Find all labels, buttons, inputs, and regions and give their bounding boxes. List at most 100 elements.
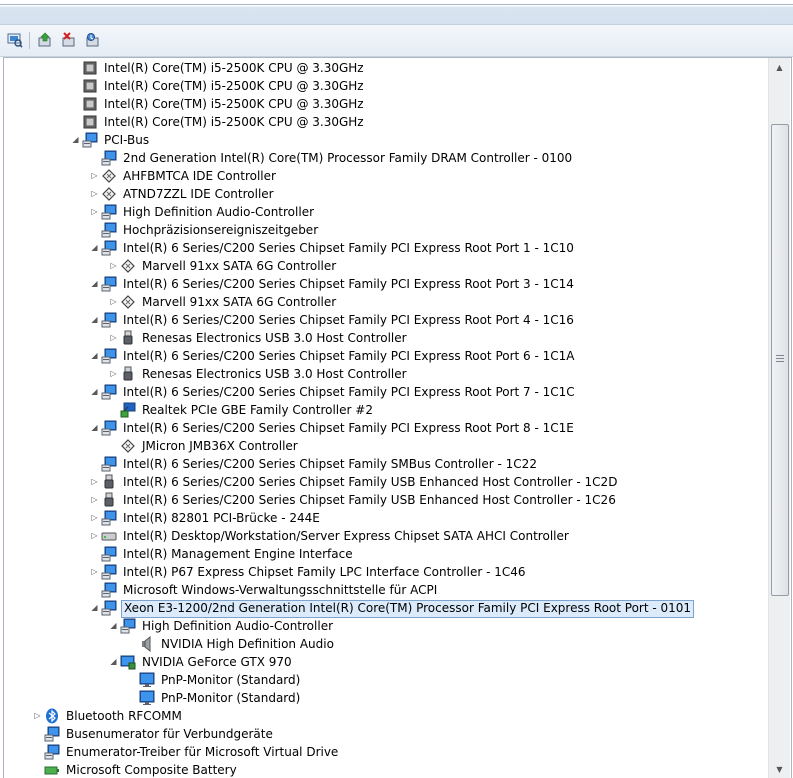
- tree-row[interactable]: ◢ Intel(R) 6 Series/C200 Series Chipset F…: [4, 419, 767, 437]
- tree-row-label: Intel(R) 6 Series/C200 Series Chipset Fa…: [123, 349, 575, 363]
- tree-row[interactable]: Intel(R) Management Engine Interface: [4, 545, 767, 563]
- scroll-down-arrow-icon[interactable]: ▼: [769, 760, 790, 778]
- scrollbar-thumb[interactable]: [771, 124, 789, 596]
- tree-row[interactable]: ◢ NVIDIA GeForce GTX 970: [4, 653, 767, 671]
- tree-row[interactable]: ▷ Intel(R) 82801 PCI-Brücke - 244E: [4, 509, 767, 527]
- tree-row[interactable]: ▷ High Definition Audio-Controller: [4, 203, 767, 221]
- tree-row[interactable]: ◢ Xeon E3-1200/2nd Generation Intel(R) Co…: [4, 599, 767, 618]
- tree-row[interactable]: Intel(R) Core(TM) i5-2500K CPU @ 3.30GHz: [4, 113, 767, 131]
- tree-row[interactable]: ▷ Renesas Electronics USB 3.0 Host Contro…: [4, 329, 767, 347]
- tree-row[interactable]: ◢ Intel(R) 6 Series/C200 Series Chipset F…: [4, 311, 767, 329]
- collapse-arrow-icon[interactable]: ◢: [90, 387, 99, 397]
- tree-row-label: Intel(R) Core(TM) i5-2500K CPU @ 3.30GHz: [104, 61, 364, 75]
- tree-row[interactable]: ▷ Intel(R) 6 Series/C200 Series Chipset F…: [4, 473, 767, 491]
- tree-row[interactable]: ▷ Bluetooth RFCOMM: [4, 707, 767, 725]
- tree-row[interactable]: 2nd Generation Intel(R) Core(TM) Process…: [4, 149, 767, 167]
- tree-row-label: Intel(R) Desktop/Workstation/Server Expr…: [123, 529, 569, 543]
- scan-hardware-icon[interactable]: [5, 31, 25, 49]
- ide-controller-icon: [101, 168, 117, 184]
- tree-row-label: Intel(R) 6 Series/C200 Series Chipset Fa…: [123, 385, 575, 399]
- bluetooth-icon: [44, 708, 60, 724]
- tree-row[interactable]: Intel(R) 6 Series/C200 Series Chipset Fa…: [4, 455, 767, 473]
- tree-row[interactable]: ◢ Intel(R) 6 Series/C200 Series Chipset F…: [4, 275, 767, 293]
- tree-row[interactable]: ▷ Marvell 91xx SATA 6G Controller: [4, 257, 767, 275]
- tree-row-label: NVIDIA GeForce GTX 970: [142, 655, 292, 669]
- tree-row[interactable]: ◢ Intel(R) 6 Series/C200 Series Chipset F…: [4, 347, 767, 365]
- collapse-arrow-icon[interactable]: ◢: [90, 243, 99, 253]
- tree-row[interactable]: ▷ ATND7ZZL IDE Controller: [4, 185, 767, 203]
- expand-arrow-icon[interactable]: ▷: [90, 495, 99, 505]
- tree-row[interactable]: Intel(R) Core(TM) i5-2500K CPU @ 3.30GHz: [4, 77, 767, 95]
- tree-row-label: Intel(R) 6 Series/C200 Series Chipset Fa…: [123, 313, 574, 327]
- tree-row[interactable]: Hochpräzisionsereigniszeitgeber: [4, 221, 767, 239]
- tree-row[interactable]: Busenumerator für Verbundgeräte: [4, 725, 767, 743]
- tree-row[interactable]: Microsoft Composite Battery: [4, 761, 767, 778]
- expand-arrow-icon[interactable]: ▷: [33, 711, 42, 721]
- speaker-icon: [139, 635, 155, 653]
- tree-row[interactable]: PnP-Monitor (Standard): [4, 689, 767, 707]
- collapse-arrow-icon[interactable]: ◢: [109, 657, 118, 667]
- collapse-arrow-icon[interactable]: ◢: [90, 279, 99, 289]
- update-driver-icon[interactable]: [35, 31, 55, 49]
- expand-arrow-icon[interactable]: ▷: [90, 513, 99, 523]
- expand-arrow-icon[interactable]: ▷: [90, 207, 99, 217]
- expand-arrow-icon[interactable]: ▷: [109, 297, 118, 307]
- expand-arrow-icon[interactable]: ▷: [90, 531, 99, 541]
- collapse-arrow-icon[interactable]: ◢: [90, 351, 99, 361]
- expand-arrow-icon[interactable]: ▷: [109, 369, 118, 379]
- tree-row[interactable]: ◢ Intel(R) 6 Series/C200 Series Chipset F…: [4, 383, 767, 401]
- tree-row[interactable]: Enumerator-Treiber für Microsoft Virtual…: [4, 743, 767, 761]
- tree-row[interactable]: Microsoft Windows-Verwaltungsschnittstel…: [4, 581, 767, 599]
- tree-row-label: JMicron JMB36X Controller: [142, 439, 298, 453]
- properties-icon[interactable]: [83, 31, 103, 49]
- tree-row[interactable]: ◢ PCI-Bus: [4, 131, 767, 149]
- computer-device-icon: [101, 348, 117, 364]
- collapse-arrow-icon[interactable]: ◢: [90, 315, 99, 325]
- collapse-arrow-icon[interactable]: ◢: [109, 621, 118, 631]
- tree-row[interactable]: ◢ Intel(R) 6 Series/C200 Series Chipset F…: [4, 239, 767, 257]
- expand-arrow-icon[interactable]: ▷: [90, 171, 99, 181]
- expand-arrow-icon[interactable]: ▷: [90, 189, 99, 199]
- collapse-arrow-icon[interactable]: ◢: [90, 423, 99, 433]
- tree-row[interactable]: ◢ High Definition Audio-Controller: [4, 617, 767, 635]
- tree-row-label: Intel(R) Core(TM) i5-2500K CPU @ 3.30GHz: [104, 115, 364, 129]
- scroll-up-arrow-icon[interactable]: ▲: [769, 58, 790, 76]
- computer-device-icon: [101, 420, 117, 436]
- tree-row[interactable]: ▷ Renesas Electronics USB 3.0 Host Contro…: [4, 365, 767, 383]
- tree-row[interactable]: ▷ AHFBMTCA IDE Controller: [4, 167, 767, 185]
- tree-row[interactable]: ▷ Marvell 91xx SATA 6G Controller: [4, 293, 767, 311]
- tree-row[interactable]: Intel(R) Core(TM) i5-2500K CPU @ 3.30GHz: [4, 59, 767, 77]
- uninstall-icon[interactable]: [59, 31, 79, 49]
- computer-device-icon: [82, 132, 98, 148]
- collapse-arrow-icon[interactable]: ◢: [90, 603, 99, 613]
- computer-device-icon: [101, 510, 117, 526]
- tree-row[interactable]: PnP-Monitor (Standard): [4, 671, 767, 689]
- tree-row-label: Xeon E3-1200/2nd Generation Intel(R) Cor…: [121, 600, 695, 618]
- device-tree-view[interactable]: Intel(R) Core(TM) i5-2500K CPU @ 3.30GHz…: [3, 57, 792, 778]
- tree-row[interactable]: JMicron JMB36X Controller: [4, 437, 767, 455]
- usb-controller-icon: [120, 330, 136, 346]
- expand-arrow-icon[interactable]: ▷: [90, 477, 99, 487]
- tree-row[interactable]: NVIDIA High Definition Audio: [4, 635, 767, 653]
- tree-row-label: Marvell 91xx SATA 6G Controller: [142, 259, 337, 273]
- computer-device-icon: [101, 600, 117, 616]
- computer-device-icon: [120, 618, 136, 634]
- vertical-scrollbar[interactable]: ▲ ▼: [768, 58, 790, 778]
- cpu-icon: [82, 78, 98, 94]
- tree-row[interactable]: ▷ Intel(R) 6 Series/C200 Series Chipset F…: [4, 491, 767, 509]
- tree-row-label: Busenumerator für Verbundgeräte: [66, 727, 273, 741]
- tree-row[interactable]: ▷ Intel(R) Desktop/Workstation/Server Exp…: [4, 527, 767, 545]
- expand-arrow-icon[interactable]: ▷: [109, 333, 118, 343]
- computer-device-icon: [101, 384, 117, 400]
- computer-device-icon: [44, 726, 60, 742]
- tree-row[interactable]: Intel(R) Core(TM) i5-2500K CPU @ 3.30GHz: [4, 95, 767, 113]
- computer-device-icon: [101, 204, 117, 220]
- computer-device-icon: [101, 456, 117, 472]
- expand-arrow-icon[interactable]: ▷: [90, 567, 99, 577]
- tree-row[interactable]: ▷ Intel(R) P67 Express Chipset Family LPC…: [4, 563, 767, 581]
- expand-arrow-icon[interactable]: ▷: [109, 261, 118, 271]
- window-top-strip: [0, 0, 793, 25]
- tree-row[interactable]: Realtek PCIe GBE Family Controller #2: [4, 401, 767, 419]
- computer-device-icon: [101, 564, 117, 580]
- collapse-arrow-icon[interactable]: ◢: [71, 135, 80, 145]
